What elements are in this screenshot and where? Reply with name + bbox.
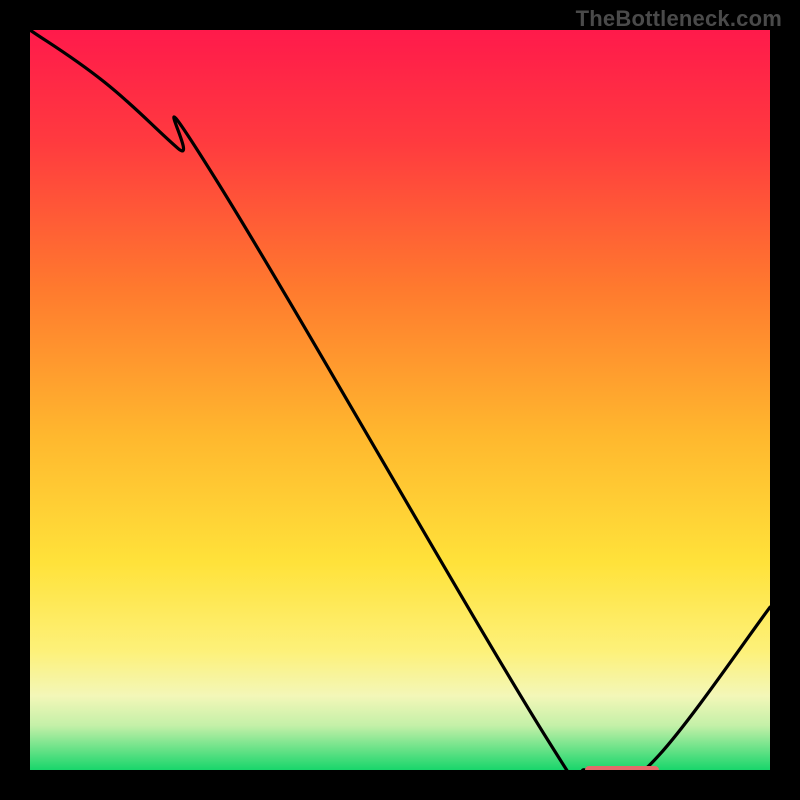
watermark-text: TheBottleneck.com [576,6,782,32]
chart-svg [30,30,770,770]
gradient-rect [30,30,770,770]
plot-area [30,30,770,770]
chart-container: TheBottleneck.com [0,0,800,800]
optimum-marker [585,766,659,770]
